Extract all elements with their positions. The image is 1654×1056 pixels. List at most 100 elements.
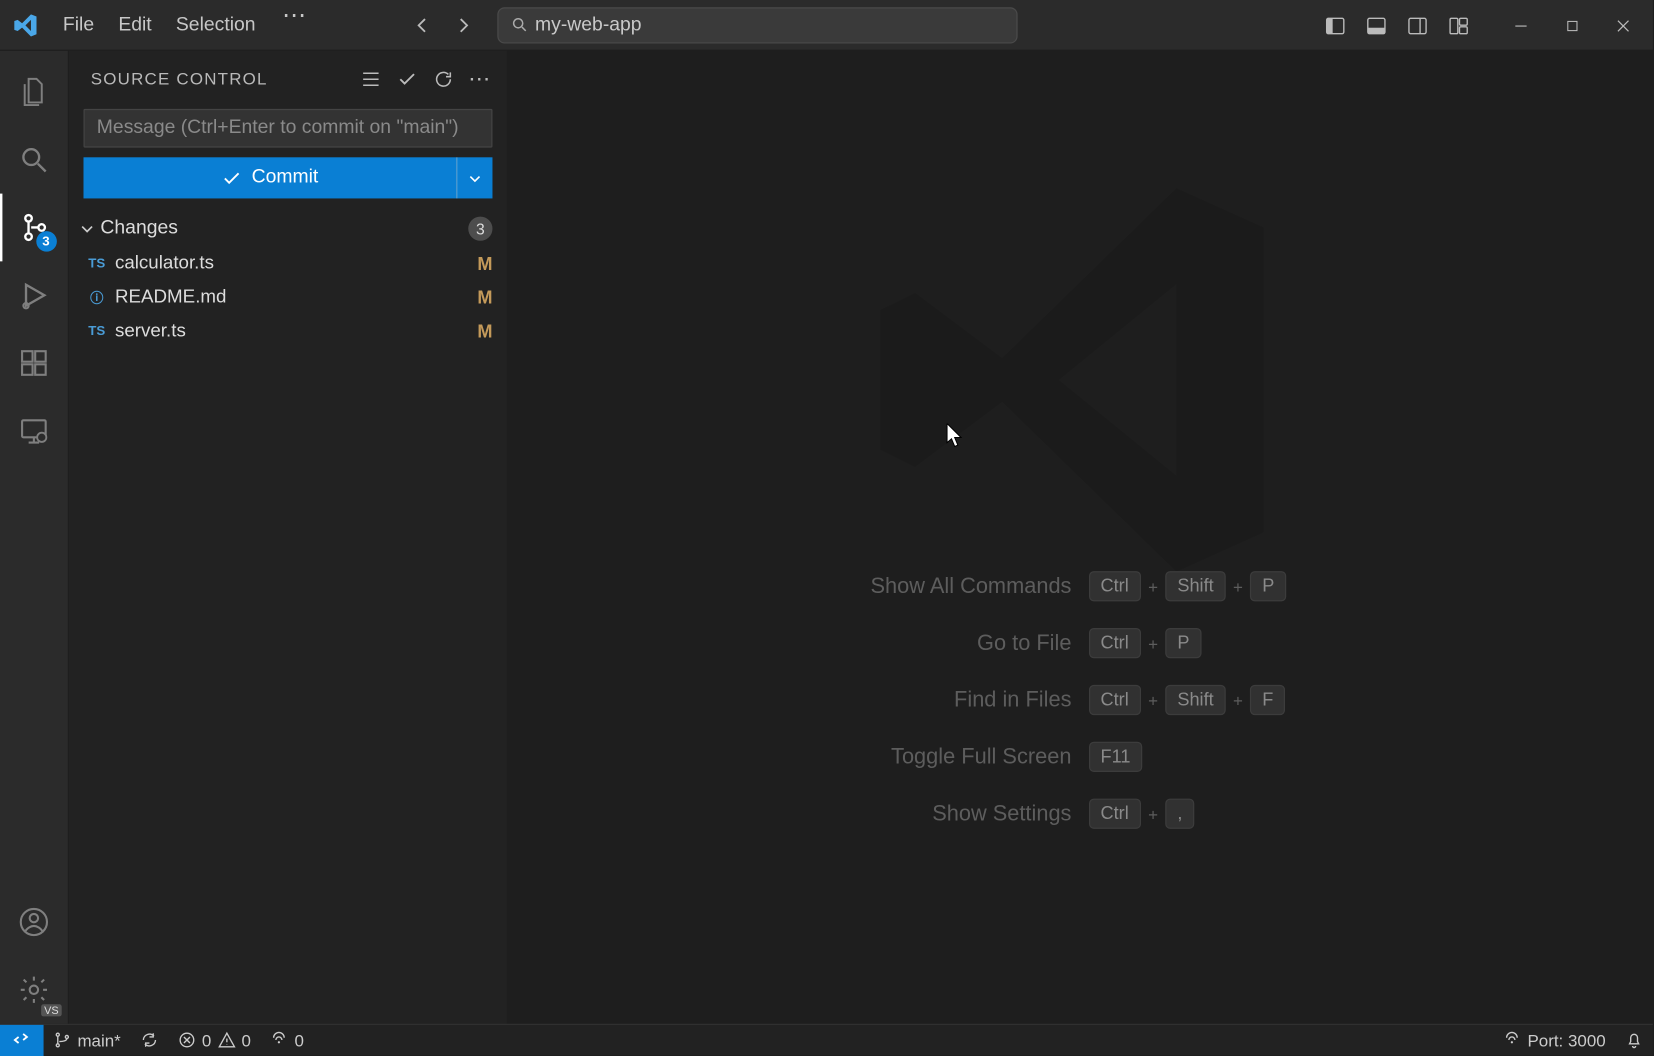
- menubar: File Edit Selection ⋯: [51, 0, 321, 50]
- keyboard-key: Ctrl: [1088, 685, 1140, 715]
- status-branch-name: main*: [77, 1030, 120, 1049]
- commit-button-label: Commit: [252, 167, 319, 189]
- menu-edit[interactable]: Edit: [106, 0, 164, 50]
- status-port-forward[interactable]: 0: [261, 1024, 314, 1055]
- keyboard-key: Ctrl: [1088, 799, 1140, 829]
- shortcut-label: Find in Files: [624, 687, 1072, 712]
- shortcut-label: Go to File: [624, 630, 1072, 655]
- commit-message-input[interactable]: [83, 109, 492, 148]
- file-status-badge: M: [477, 321, 492, 342]
- shortcut-keys: Ctrl + Shift + P: [1088, 571, 1536, 601]
- window-maximize[interactable]: [1546, 0, 1597, 51]
- commit-dropdown[interactable]: [456, 157, 492, 198]
- commit-button[interactable]: Commit: [83, 157, 456, 198]
- keyboard-key: Shift: [1165, 571, 1226, 601]
- activity-accounts[interactable]: [0, 888, 68, 956]
- status-errors: 0: [202, 1030, 211, 1049]
- commit-action[interactable]: [388, 61, 424, 97]
- menu-file[interactable]: File: [51, 0, 106, 50]
- shortcut-row: Show SettingsCtrl+,: [507, 799, 1653, 829]
- keyboard-key: P: [1165, 628, 1201, 658]
- file-row[interactable]: ⓘREADME.mdM: [69, 281, 507, 315]
- plus-separator: +: [1233, 577, 1243, 596]
- status-notifications[interactable]: [1615, 1024, 1653, 1055]
- shortcut-row: Show All Commands Ctrl + Shift + P: [507, 571, 1653, 601]
- plus-separator: +: [1233, 690, 1243, 709]
- status-remote[interactable]: [0, 1024, 44, 1055]
- shortcut-keys: Ctrl + P: [1088, 628, 1536, 658]
- window-close[interactable]: [1597, 0, 1648, 51]
- toggle-primary-sidebar[interactable]: [1314, 0, 1355, 51]
- file-name: server.ts: [110, 321, 477, 343]
- keyboard-key: Shift: [1165, 685, 1226, 715]
- keyboard-key: F: [1250, 685, 1285, 715]
- status-sync[interactable]: [130, 1024, 168, 1055]
- search-icon: [504, 16, 535, 34]
- activity-manage[interactable]: VS: [0, 956, 68, 1024]
- file-type-icon: TS: [83, 324, 110, 339]
- source-control-panel: SOURCE CONTROL ⋯ Commit: [69, 51, 507, 1024]
- keyboard-shortcuts-list: Show All Commands Ctrl + Shift + P Go to File C…: [507, 571, 1653, 829]
- customize-layout[interactable]: [1437, 0, 1478, 51]
- keyboard-key: Ctrl: [1088, 628, 1140, 658]
- shortcut-keys: Ctrl +,: [1088, 799, 1536, 829]
- file-name: README.md: [110, 287, 477, 309]
- shortcut-keys: Ctrl + Shift + F: [1088, 685, 1536, 715]
- activity-source-control[interactable]: 3: [0, 194, 68, 262]
- nav-forward[interactable]: [447, 8, 481, 42]
- keyboard-key: ,: [1165, 799, 1194, 829]
- activity-explorer[interactable]: [0, 58, 68, 126]
- toggle-panel[interactable]: [1355, 0, 1396, 51]
- keyboard-key: P: [1250, 571, 1286, 601]
- changes-section-header[interactable]: Changes 3: [69, 211, 507, 247]
- status-port: 0: [295, 1030, 304, 1049]
- refresh-action[interactable]: [425, 61, 461, 97]
- chevron-down-icon: [79, 220, 101, 237]
- panel-title: SOURCE CONTROL: [91, 69, 352, 88]
- scm-badge: 3: [36, 231, 57, 252]
- shortcut-row: Toggle Full Screen F11: [507, 742, 1653, 772]
- activity-extensions[interactable]: [0, 329, 68, 397]
- status-problems[interactable]: 0 0: [168, 1024, 261, 1055]
- editor-area: Show All Commands Ctrl + Shift + P Go to File C…: [507, 51, 1653, 1024]
- plus-separator: +: [1148, 633, 1158, 652]
- file-type-icon: TS: [83, 257, 110, 272]
- shortcut-label: Toggle Full Screen: [624, 744, 1072, 769]
- window-minimize[interactable]: [1496, 0, 1547, 51]
- file-row[interactable]: TScalculator.tsM: [69, 247, 507, 281]
- status-port-right[interactable]: Port: 3000: [1494, 1024, 1616, 1055]
- file-name: calculator.ts: [110, 253, 477, 275]
- nav-back[interactable]: [406, 8, 440, 42]
- menu-more-icon[interactable]: ⋯: [268, 0, 321, 50]
- file-row[interactable]: TSserver.tsM: [69, 315, 507, 349]
- shortcut-row: Go to File Ctrl + P: [507, 628, 1653, 658]
- activity-search[interactable]: [0, 126, 68, 194]
- command-center-text: my-web-app: [535, 14, 642, 36]
- shortcut-row: Find in Files Ctrl + Shift + F: [507, 685, 1653, 715]
- toggle-secondary-sidebar[interactable]: [1396, 0, 1437, 51]
- plus-separator: +: [1148, 577, 1158, 596]
- activity-bar: 3 VS: [0, 51, 69, 1024]
- activity-run-debug[interactable]: [0, 261, 68, 329]
- file-status-badge: M: [477, 253, 492, 274]
- activity-remote-explorer[interactable]: [0, 397, 68, 465]
- menu-selection[interactable]: Selection: [164, 0, 268, 50]
- file-status-badge: M: [477, 287, 492, 308]
- status-warnings: 0: [242, 1030, 251, 1049]
- changes-label: Changes: [100, 218, 468, 240]
- view-as-tree[interactable]: [352, 61, 388, 97]
- shortcut-keys: F11: [1088, 742, 1536, 772]
- command-center[interactable]: my-web-app: [498, 7, 1018, 43]
- plus-separator: +: [1148, 804, 1158, 823]
- vscode-watermark-icon: [862, 162, 1298, 598]
- keyboard-key: Ctrl: [1088, 571, 1140, 601]
- shortcut-label: Show All Commands: [624, 574, 1072, 599]
- changes-file-list: TScalculator.tsMⓘREADME.mdMTSserver.tsM: [69, 247, 507, 349]
- manage-badge: VS: [42, 1004, 61, 1016]
- more-actions[interactable]: ⋯: [461, 61, 497, 97]
- changes-count-badge: 3: [468, 217, 492, 241]
- keyboard-key: F11: [1088, 742, 1142, 772]
- file-type-icon: ⓘ: [83, 288, 110, 307]
- plus-separator: +: [1148, 690, 1158, 709]
- status-branch[interactable]: main*: [44, 1024, 131, 1055]
